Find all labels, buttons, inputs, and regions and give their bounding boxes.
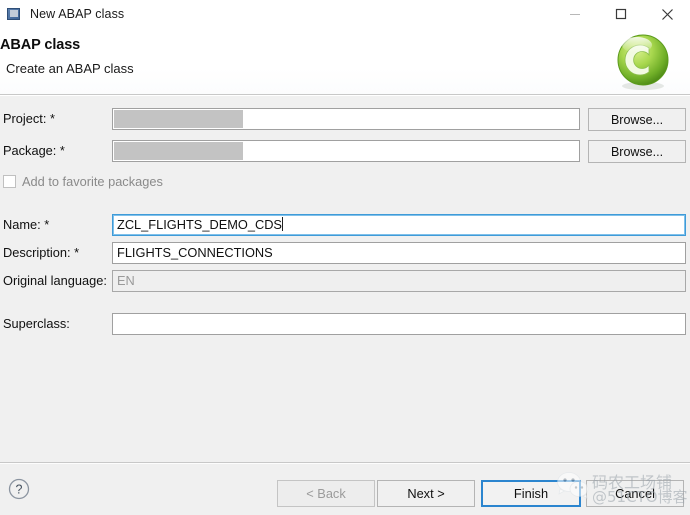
new-abap-class-dialog: New ABAP class ABAP class Create an ABAP… (0, 0, 690, 515)
original-language-value: EN (117, 273, 135, 288)
text-caret (281, 217, 283, 231)
package-label: Package: * (3, 143, 65, 158)
page-title: ABAP class (0, 37, 81, 53)
help-icon[interactable]: ? (8, 478, 30, 500)
project-browse-button[interactable]: Browse... (588, 108, 686, 131)
window-controls (552, 0, 690, 28)
name-label: Name: * (3, 217, 50, 232)
package-redaction (114, 142, 243, 160)
dialog-footer: ? < Back Next > Finish Cancel (0, 464, 690, 515)
original-language-input: EN (112, 270, 686, 292)
next-button[interactable]: Next > (377, 480, 475, 507)
abap-class-window-icon (6, 6, 22, 22)
close-icon[interactable] (644, 0, 690, 28)
form-row-description: Description: * FLIGHTS_CONNECTIONS (0, 242, 690, 264)
form-row-name: Name: * ZCL_FLIGHTS_DEMO_CDS (0, 214, 690, 236)
finish-button[interactable]: Finish (481, 480, 581, 507)
superclass-input[interactable] (112, 313, 686, 335)
checkbox-box[interactable] (3, 174, 16, 188)
form-body: Project: * Browse... Package: * Browse..… (0, 96, 690, 462)
window-title: New ABAP class (30, 7, 125, 21)
back-button[interactable]: < Back (277, 480, 375, 507)
name-input[interactable]: ZCL_FLIGHTS_DEMO_CDS (112, 214, 686, 236)
package-input[interactable] (112, 140, 580, 162)
name-input-value: ZCL_FLIGHTS_DEMO_CDS (117, 217, 282, 232)
description-input-value: FLIGHTS_CONNECTIONS (117, 245, 273, 260)
description-label: Description: * (3, 245, 80, 260)
dialog-header: ABAP class Create an ABAP class (0, 28, 690, 95)
original-language-label: Original language: (3, 273, 107, 288)
project-label: Project: * (3, 111, 55, 126)
maximize-icon[interactable] (598, 0, 644, 28)
form-row-favorite: Add to favorite packages (0, 171, 690, 193)
minimize-icon[interactable] (552, 0, 598, 28)
form-row-superclass: Superclass: (0, 313, 690, 335)
form-row-original-language: Original language: EN (0, 270, 690, 292)
project-redaction (114, 110, 243, 128)
form-row-project: Project: * Browse... (0, 108, 690, 131)
cancel-button[interactable]: Cancel (586, 480, 684, 507)
form-row-package: Package: * Browse... (0, 140, 690, 163)
project-input[interactable] (112, 108, 580, 130)
abap-class-green-c-logo (606, 30, 680, 92)
page-subtitle: Create an ABAP class (6, 61, 134, 76)
title-bar: New ABAP class (0, 0, 690, 28)
superclass-label: Superclass: (3, 316, 70, 331)
description-input[interactable]: FLIGHTS_CONNECTIONS (112, 242, 686, 264)
svg-text:?: ? (16, 482, 23, 496)
add-to-favorite-packages-checkbox[interactable]: Add to favorite packages (3, 171, 163, 191)
add-to-favorite-packages-label: Add to favorite packages (22, 173, 163, 189)
package-browse-button[interactable]: Browse... (588, 140, 686, 163)
